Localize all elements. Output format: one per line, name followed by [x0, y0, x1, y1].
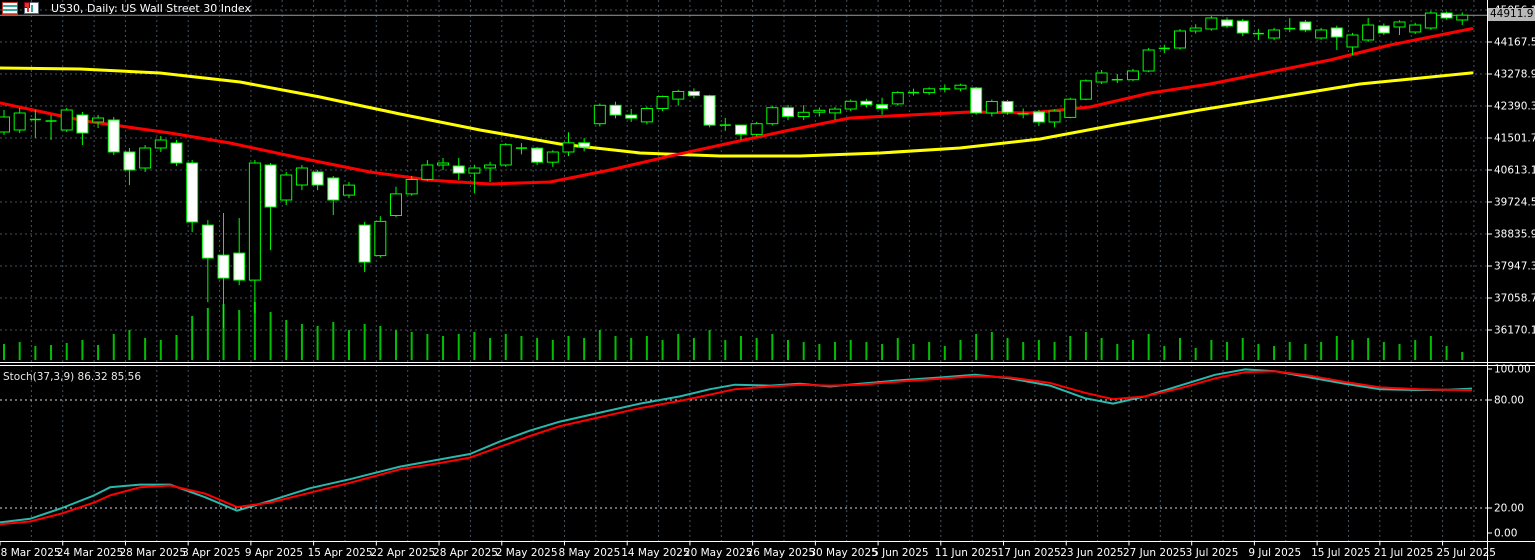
- time-label: 25 Jul 2025: [1437, 547, 1496, 559]
- chart-title: US30, Daily: US Wall Street 30 Index: [51, 2, 251, 15]
- chart-canvas[interactable]: 45056.144167.543278.942390.341501.740613…: [0, 0, 1535, 560]
- time-label: 15 Apr 2025: [308, 547, 373, 559]
- price-label: 38835.9: [1494, 229, 1535, 241]
- time-label: 9 Jul 2025: [1248, 547, 1301, 559]
- time-label: 23 Jun 2025: [1060, 547, 1123, 559]
- time-label: 28 Apr 2025: [433, 547, 498, 559]
- time-label: 21 Jul 2025: [1374, 547, 1433, 559]
- price-label: 43278.9: [1494, 69, 1535, 81]
- time-label: 9 Apr 2025: [245, 547, 303, 559]
- time-label: 3 Apr 2025: [182, 547, 240, 559]
- chart-window: 45056.144167.543278.942390.341501.740613…: [0, 0, 1535, 560]
- time-label: 30 May 2025: [809, 547, 877, 559]
- time-label: 17 Jun 2025: [998, 547, 1061, 559]
- time-label: 8 May 2025: [558, 547, 620, 559]
- time-label: 26 May 2025: [747, 547, 815, 559]
- indicator-plot-area[interactable]: [0, 367, 1487, 540]
- chart-type-icon: [24, 2, 39, 14]
- current-price-label: 44911.9: [1488, 8, 1535, 21]
- price-label: 42390.3: [1494, 101, 1535, 113]
- time-label: 28 Mar 2025: [119, 547, 186, 559]
- main-plot-area[interactable]: [0, 0, 1487, 361]
- price-label: 37058.7: [1494, 293, 1535, 305]
- time-label: 18 Mar 2025: [0, 547, 61, 559]
- price-label: 40613.1: [1494, 165, 1535, 177]
- price-label: 37947.3: [1494, 261, 1535, 273]
- price-label: 44167.5: [1494, 37, 1535, 49]
- time-label: 14 May 2025: [621, 547, 689, 559]
- time-label: 24 Mar 2025: [57, 547, 124, 559]
- time-label: 2 May 2025: [496, 547, 558, 559]
- price-label: 41501.7: [1494, 133, 1535, 145]
- indicator-level-label: 0.00: [1494, 528, 1517, 540]
- indicator-level-label: 80.00: [1494, 395, 1524, 407]
- time-label: 5 Jun 2025: [872, 547, 928, 559]
- time-label: 3 Jul 2025: [1186, 547, 1239, 559]
- time-label: 27 Jun 2025: [1123, 547, 1186, 559]
- indicator-level-label: 20.00: [1494, 503, 1524, 515]
- time-label: 22 Apr 2025: [370, 547, 435, 559]
- workspace-icon: [2, 2, 18, 15]
- time-label: 20 May 2025: [684, 547, 752, 559]
- time-label: 15 Jul 2025: [1311, 547, 1370, 559]
- price-label: 36170.1: [1494, 325, 1535, 337]
- price-label: 39724.5: [1494, 197, 1535, 209]
- indicator-level-label: 100.00: [1494, 364, 1531, 376]
- time-label: 11 Jun 2025: [935, 547, 998, 559]
- indicator-label: Stoch(37,3,9) 86.32 85.56: [3, 371, 141, 383]
- chart-header: US30, Daily: US Wall Street 30 Index: [0, 1, 251, 15]
